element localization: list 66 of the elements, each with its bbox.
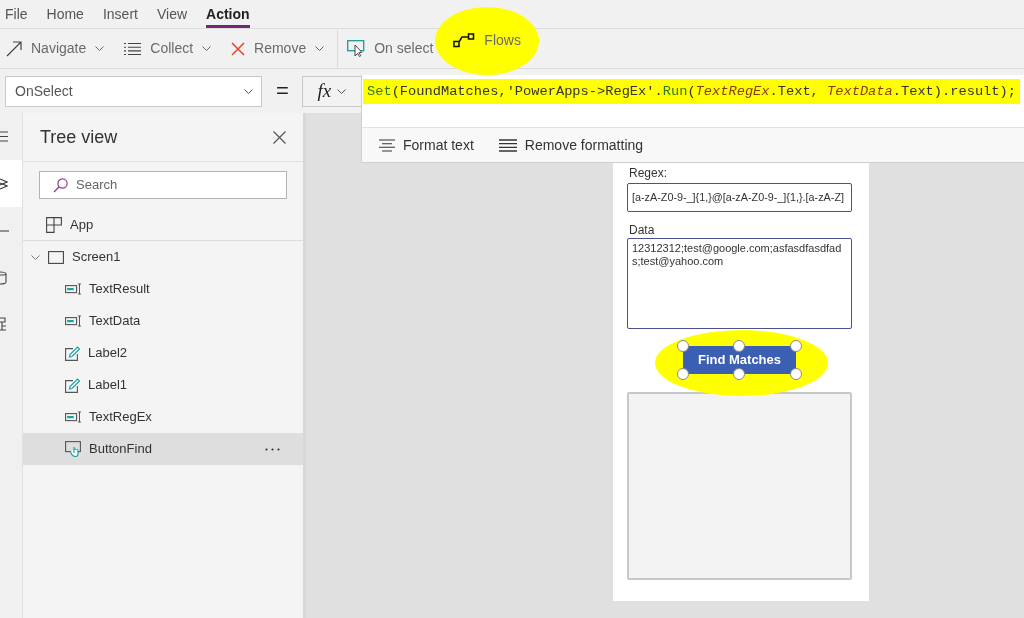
search-placeholder: Search [76,176,118,195]
field-value: [a-zA-Z0-9-_]{1,}@[a-zA-Z0-9-_]{1,}.[a-zA-Z] [632,190,844,206]
toolbar-button[interactable]: Remove [231,29,325,68]
format-text-icon [379,138,395,152]
field-label: Regex: [629,166,668,180]
text-input-icon [65,315,82,327]
button-hand-icon [65,441,82,457]
menu-tab[interactable]: Home [46,0,84,28]
cylinder-icon [0,270,7,285]
text-input-icon [65,283,82,295]
close-icon [231,41,246,56]
panel-title: Tree view [40,125,118,149]
data-text-area[interactable]: 12312312;test@google.com;asfasdfasdfads;test@yahoo.com [627,238,852,329]
remove-formatting-icon [498,138,517,152]
toolbar-button[interactable]: Collect [124,29,212,68]
screen-cursor-icon [347,40,366,57]
label-pencil-icon [65,345,81,361]
property-dropdown[interactable]: OnSelect [5,75,262,107]
menu-tab[interactable]: Insert [102,0,138,28]
chevron-down-icon [244,88,253,94]
menu-tab[interactable]: Action [206,0,250,28]
tree-item[interactable]: Label2 [23,337,303,369]
chevron-down-icon [337,88,347,94]
list-icon [124,41,142,56]
search-icon [53,177,68,193]
more-icon[interactable] [265,447,280,451]
app-icon [46,217,62,233]
regex-input-field[interactable]: [a-zA-Z0-9-_]{1,}@[a-zA-Z0-9-_]{1,}.[a-zA-Z] [627,183,852,212]
find-matches-button[interactable]: Find Matches [683,346,796,374]
layers-icon [0,177,8,190]
screen-icon [48,250,64,264]
toolbar-label: Remove [254,39,307,58]
tree-item[interactable]: Screen1 [23,241,303,273]
toolbar-label: Flows [484,31,521,50]
toolbar-label: Collect [150,39,194,58]
toolbar-button[interactable]: On select [347,29,434,68]
menu-icon [0,131,8,142]
tree-item[interactable]: ButtonFind [23,433,303,465]
equals-sign: = [276,80,289,102]
toolbar-button[interactable]: Navigate [6,29,105,68]
field-label: Data [629,223,655,237]
text-input-icon [65,411,82,423]
diagonal-arrow-icon [6,40,22,57]
property-value: OnSelect [15,81,73,101]
formula-tool-button[interactable]: Format text [379,134,474,156]
menu-tab[interactable]: File [5,0,28,28]
toolbar-label: On select [374,39,434,58]
toolbar-button[interactable]: Flows [435,6,539,75]
fx-button[interactable]: fx [301,75,362,107]
search-field[interactable]: Search [39,171,287,199]
tree-item[interactable]: TextData [23,305,303,337]
formula-text[interactable]: Set(FoundMatches,'PowerApps->RegEx'.Run(TextRegEx.Text, TextData.Text).result); [363,79,1020,104]
flow-icon [453,33,476,48]
tree-item[interactable]: TextResult [23,273,303,305]
tree-item[interactable]: App [23,210,303,241]
field-value: 12312312;test@google.com;asfasdfasdfads;test@yahoo.com [632,242,842,268]
menu-tab[interactable]: View [156,0,188,28]
chevron-down-icon[interactable] [31,252,40,262]
toolbar-label: Navigate [31,39,87,58]
formula-tool-button[interactable]: Remove formatting [498,134,644,156]
tree-item[interactable]: Label1 [23,369,303,401]
tree-item[interactable]: TextRegEx [23,401,303,433]
close-icon[interactable] [273,130,286,144]
line-icon [0,229,9,232]
blocks-icon [0,317,7,332]
label-pencil-icon [65,377,81,393]
